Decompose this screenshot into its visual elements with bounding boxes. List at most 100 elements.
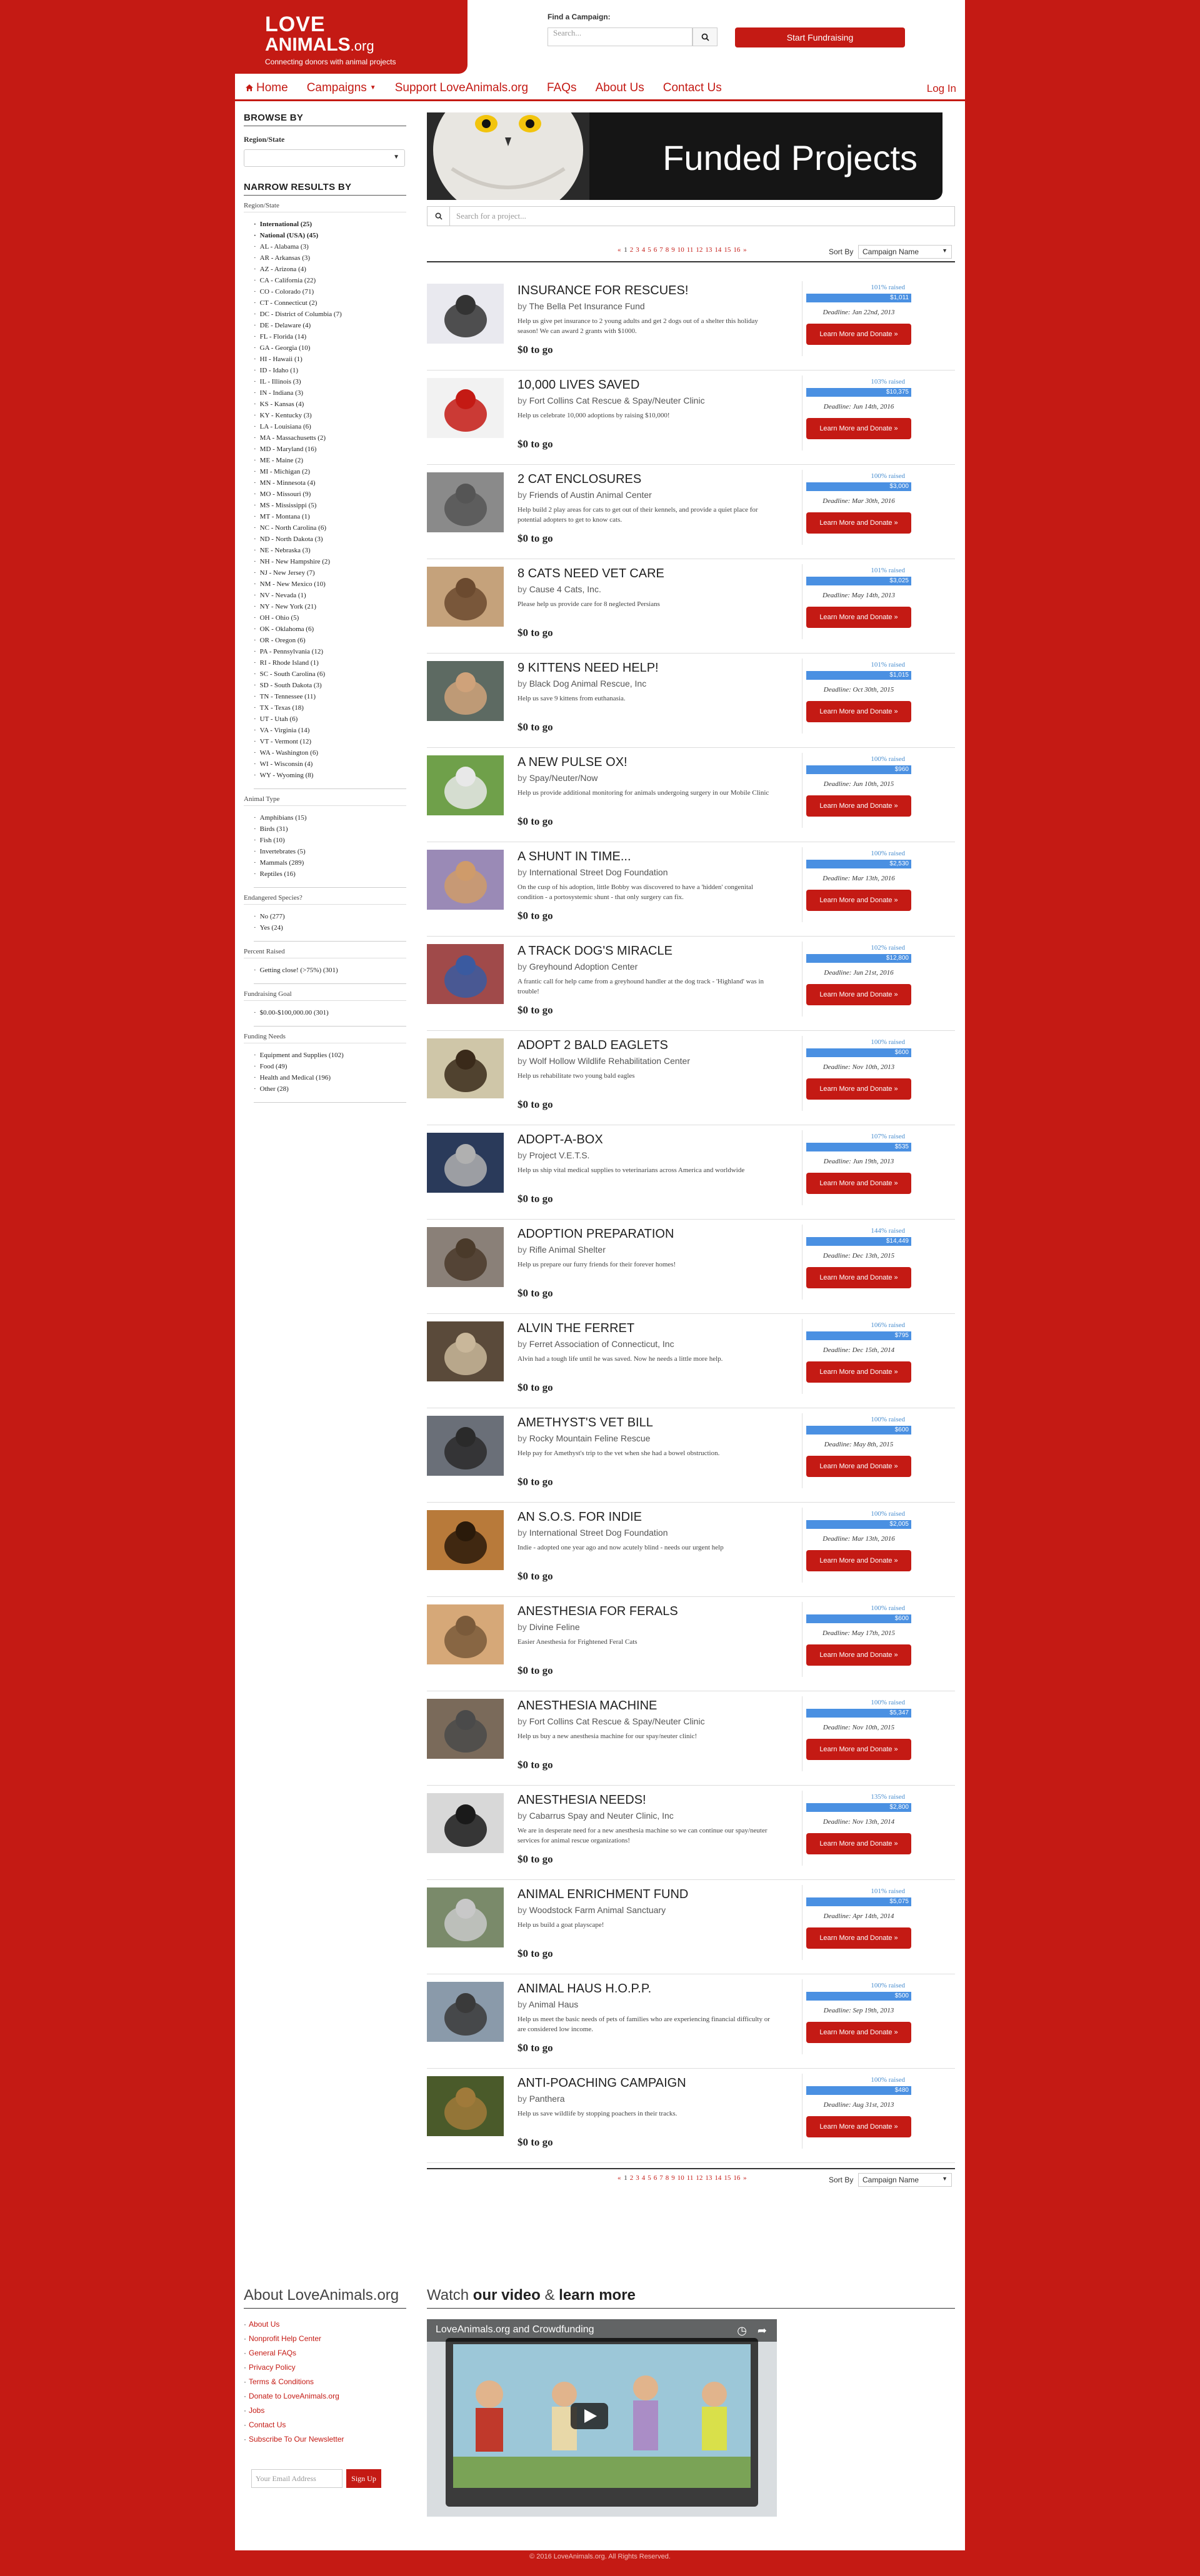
pager-page[interactable]: 10 (678, 246, 684, 254)
pager-page[interactable]: 9 (671, 246, 675, 254)
filter-option[interactable]: KS - Kansas (4) (254, 399, 406, 410)
project-image[interactable] (427, 1604, 504, 1664)
filter-option[interactable]: SD - South Dakota (3) (254, 680, 406, 691)
project-image[interactable] (427, 850, 504, 910)
filter-option[interactable]: DC - District of Columbia (7) (254, 309, 406, 320)
filter-option[interactable]: TN - Tennessee (11) (254, 691, 406, 702)
pager-page[interactable]: 16 (733, 246, 740, 254)
pager-next[interactable]: » (743, 2174, 747, 2182)
project-image[interactable] (427, 378, 504, 438)
filter-option[interactable]: UT - Utah (6) (254, 714, 406, 725)
pager-page[interactable]: 13 (705, 2174, 712, 2182)
filter-option[interactable]: No (277) (254, 911, 406, 922)
newsletter-signup-button[interactable]: Sign Up (346, 2469, 381, 2488)
org-link[interactable]: Divine Feline (529, 1622, 580, 1632)
org-link[interactable]: Cabarrus Spay and Neuter Clinic, Inc (529, 1811, 674, 1821)
filter-option[interactable]: MI - Michigan (2) (254, 466, 406, 477)
nav-contact[interactable]: Contact Us (663, 81, 722, 95)
project-search-input[interactable]: Search for a project... (427, 206, 955, 226)
filter-option[interactable]: International (25) (254, 219, 406, 230)
org-link[interactable]: International Street Dog Foundation (529, 1528, 668, 1538)
filter-option[interactable]: Fish (10) (254, 835, 406, 846)
learn-more-donate-button[interactable]: Learn More and Donate » (806, 2116, 911, 2137)
learn-more-donate-button[interactable]: Learn More and Donate » (806, 1361, 911, 1383)
filter-option[interactable]: Equipment and Supplies (102) (254, 1050, 406, 1061)
pager-page[interactable]: 10 (678, 2174, 684, 2182)
footer-link[interactable]: Nonprofit Help Center (244, 2332, 406, 2346)
filter-option[interactable]: Invertebrates (5) (254, 846, 406, 857)
project-title[interactable]: ANESTHESIA NEEDS! (518, 1793, 646, 1808)
pager-page[interactable]: 12 (696, 2174, 702, 2182)
org-link[interactable]: The Bella Pet Insurance Fund (529, 301, 644, 311)
filter-option[interactable]: OH - Ohio (5) (254, 612, 406, 624)
filter-option[interactable]: OR - Oregon (6) (254, 635, 406, 646)
filter-option[interactable]: KY - Kentucky (3) (254, 410, 406, 421)
pager-page[interactable]: 3 (636, 246, 639, 254)
footer-link[interactable]: Contact Us (244, 2418, 406, 2432)
footer-link[interactable]: Jobs (244, 2404, 406, 2418)
project-title[interactable]: A NEW PULSE OX! (518, 755, 628, 770)
learn-more-donate-button[interactable]: Learn More and Donate » (806, 795, 911, 817)
filter-option[interactable]: OK - Oklahoma (6) (254, 624, 406, 635)
project-image[interactable] (427, 1699, 504, 1759)
nav-home[interactable]: Home (245, 81, 288, 95)
learn-more-donate-button[interactable]: Learn More and Donate » (806, 701, 911, 722)
project-image[interactable] (427, 284, 504, 344)
project-title[interactable]: 8 CATS NEED VET CARE (518, 567, 664, 581)
pager-page[interactable]: 14 (714, 246, 721, 254)
filter-option[interactable]: CO - Colorado (71) (254, 286, 406, 297)
learn-more-donate-button[interactable]: Learn More and Donate » (806, 324, 911, 345)
pager-page[interactable]: 11 (687, 2174, 694, 2182)
pager-prev[interactable]: « (618, 2174, 621, 2182)
learn-more-donate-button[interactable]: Learn More and Donate » (806, 418, 911, 439)
footer-link[interactable]: About Us (244, 2317, 406, 2332)
learn-more-donate-button[interactable]: Learn More and Donate » (806, 1078, 911, 1100)
filter-option[interactable]: Reptiles (16) (254, 868, 406, 880)
project-image[interactable] (427, 1227, 504, 1287)
filter-option[interactable]: CA - California (22) (254, 275, 406, 286)
filter-option[interactable]: AR - Arkansas (3) (254, 252, 406, 264)
pager-page[interactable]: 2 (630, 246, 634, 254)
pager-page[interactable]: 13 (705, 246, 712, 254)
learn-more-donate-button[interactable]: Learn More and Donate » (806, 1927, 911, 1949)
filter-option[interactable]: WA - Washington (6) (254, 747, 406, 758)
filter-option[interactable]: HI - Hawaii (1) (254, 354, 406, 365)
filter-option[interactable]: MT - Montana (1) (254, 511, 406, 522)
filter-option[interactable]: Amphibians (15) (254, 812, 406, 823)
login-link[interactable]: Log In (927, 82, 956, 95)
pager-page[interactable]: 3 (636, 2174, 639, 2182)
filter-option[interactable]: MA - Massachusetts (2) (254, 432, 406, 444)
project-title[interactable]: 10,000 LIVES SAVED (518, 378, 639, 392)
filter-option[interactable]: VT - Vermont (12) (254, 736, 406, 747)
filter-option[interactable]: GA - Georgia (10) (254, 342, 406, 354)
project-image[interactable] (427, 1416, 504, 1476)
org-link[interactable]: Panthera (529, 2094, 565, 2104)
org-link[interactable]: Friends of Austin Animal Center (529, 490, 652, 500)
pager-page[interactable]: 12 (696, 246, 702, 254)
pager-next[interactable]: » (743, 246, 747, 254)
project-image[interactable] (427, 1133, 504, 1193)
org-link[interactable]: Cause 4 Cats, Inc. (529, 584, 601, 594)
project-image[interactable] (427, 472, 504, 532)
learn-more-donate-button[interactable]: Learn More and Donate » (806, 1173, 911, 1194)
learn-more-donate-button[interactable]: Learn More and Donate » (806, 1456, 911, 1477)
filter-option[interactable]: Birds (31) (254, 823, 406, 835)
filter-option[interactable]: ND - North Dakota (3) (254, 534, 406, 545)
nav-about[interactable]: About Us (596, 81, 644, 95)
campaign-search-input[interactable]: Search... (548, 27, 692, 46)
learn-more-donate-button[interactable]: Learn More and Donate » (806, 890, 911, 911)
share-icon[interactable]: ➦ (758, 2324, 767, 2337)
org-link[interactable]: Project V.E.T.S. (529, 1150, 590, 1160)
filter-option[interactable]: LA - Louisiana (6) (254, 421, 406, 432)
org-link[interactable]: Animal Haus (529, 1999, 578, 2009)
pager-page[interactable]: 11 (687, 246, 694, 254)
filter-option[interactable]: MD - Maryland (16) (254, 444, 406, 455)
learn-more-donate-button[interactable]: Learn More and Donate » (806, 1833, 911, 1854)
filter-option[interactable]: NE - Nebraska (3) (254, 545, 406, 556)
project-title[interactable]: ANESTHESIA MACHINE (518, 1699, 657, 1713)
clock-icon[interactable]: ◷ (737, 2324, 747, 2337)
filter-option[interactable]: AZ - Arizona (4) (254, 264, 406, 275)
pager-page[interactable]: 5 (648, 2174, 651, 2182)
project-image[interactable] (427, 1038, 504, 1098)
learn-more-donate-button[interactable]: Learn More and Donate » (806, 2022, 911, 2043)
